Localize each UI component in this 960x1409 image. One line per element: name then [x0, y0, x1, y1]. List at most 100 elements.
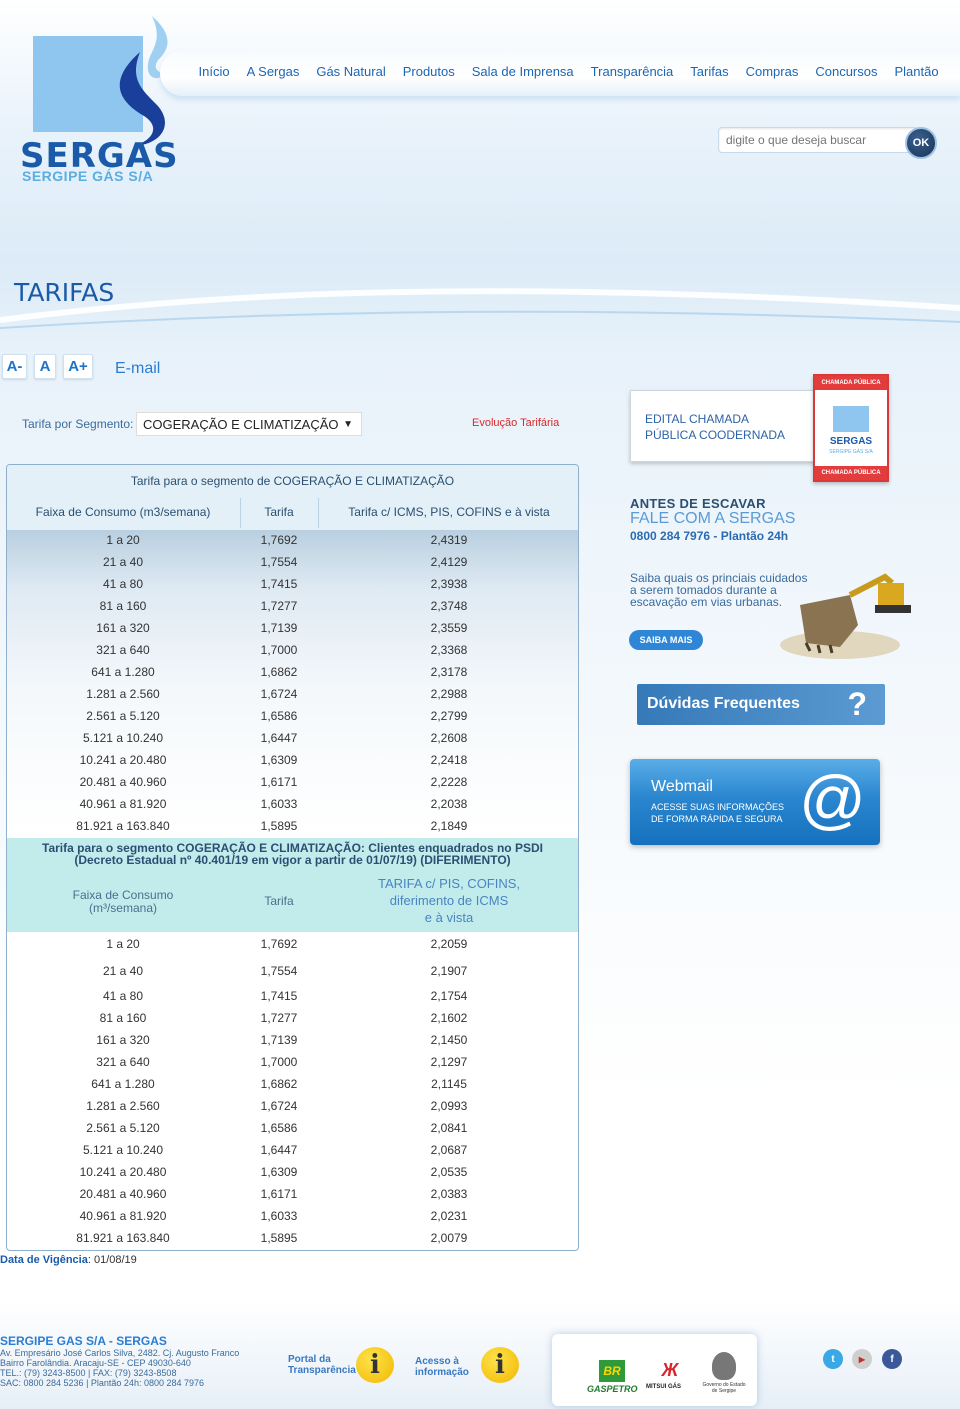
cell-tarifa: 1,7139 — [260, 621, 298, 635]
nav-tarifas[interactable]: Tarifas — [690, 64, 728, 79]
duvidas-frequentes-button[interactable]: Dúvidas Frequentes ? — [637, 684, 885, 725]
cell-tarifa: 1,6171 — [260, 775, 298, 789]
partner-governo-line2: de Sergipe — [711, 1388, 737, 1394]
table2-header: Tarifa para o segmento COGERAÇÃO E CLIMA… — [7, 838, 578, 932]
nav-sala-imprensa[interactable]: Sala de Imprensa — [472, 64, 574, 79]
nav-compras[interactable]: Compras — [746, 64, 799, 79]
badge-bottom-bar: CHAMADA PÚBLICA — [815, 466, 887, 480]
table-row: 20.481 a 40.960 1,6171 2,0383 — [7, 1187, 578, 1209]
search-input[interactable] — [719, 128, 899, 152]
chamada-publica-badge[interactable]: CHAMADA PÚBLICA SERGAS SERGIPE GÁS S/A C… — [813, 374, 889, 482]
cell-faixa: 40.961 a 81.920 — [79, 797, 167, 811]
cell-tarifa-impostos: 2,3938 — [430, 577, 468, 591]
table-row: 1.281 a 2.560 1,6724 2,2988 — [7, 687, 578, 709]
table-row: 40.961 a 81.920 1,6033 2,0231 — [7, 1209, 578, 1231]
cell-faixa: 2.561 a 5.120 — [86, 1121, 160, 1135]
search-ok-button[interactable]: OK — [905, 127, 937, 159]
nav-plantao[interactable]: Plantão — [894, 64, 938, 79]
table-row: 41 a 80 1,7415 2,1754 — [7, 989, 578, 1011]
escavar-phone: 0800 284 7976 - Plantão 24h — [630, 529, 789, 543]
table1-body: 1 a 20 1,7692 2,4319 21 a 40 1,7554 2,4129 41 … — [7, 530, 578, 838]
table1-col-tarifa: Tarifa — [264, 505, 294, 519]
nav-a-sergas[interactable]: A Sergas — [247, 64, 300, 79]
escavar-title: ANTES DE ESCAVAR — [630, 496, 766, 511]
acesso-informacao-link[interactable]: Acesso à informação — [415, 1356, 469, 1378]
cell-tarifa: 1,6862 — [260, 1077, 298, 1091]
cell-tarifa: 1,7692 — [260, 937, 298, 951]
escavar-subtitle: FALE COM A SERGAS — [630, 510, 796, 527]
cell-tarifa: 1,6586 — [260, 709, 298, 723]
font-increase-button[interactable]: A+ — [63, 354, 93, 379]
search-box — [718, 127, 918, 153]
badge-name: SERGAS — [829, 436, 873, 447]
email-link[interactable]: E-mail — [115, 360, 160, 378]
nav-transparencia[interactable]: Transparência — [591, 64, 674, 79]
footer-addr-line4: SAC: 0800 284 5236 | Plantão 24h: 0800 2… — [0, 1378, 205, 1388]
cell-tarifa: 1,7415 — [260, 577, 298, 591]
table-row: 81.921 a 163.840 1,5895 2,0079 — [7, 1231, 578, 1250]
cell-tarifa-impostos: 2,1602 — [430, 1011, 468, 1025]
cell-tarifa-impostos: 2,3748 — [430, 599, 468, 613]
twitter-icon[interactable]: t — [823, 1349, 843, 1369]
info-icon[interactable]: i — [481, 1347, 519, 1383]
table-row: 641 a 1.280 1,6862 2,3178 — [7, 665, 578, 687]
table-row: 21 a 40 1,7554 2,4129 — [7, 555, 578, 577]
cell-tarifa-impostos: 2,4129 — [430, 555, 468, 569]
cell-faixa: 81.921 a 163.840 — [76, 1231, 170, 1245]
youtube-icon[interactable]: ▶ — [852, 1349, 872, 1369]
nav-concursos[interactable]: Concursos — [815, 64, 877, 79]
nav-inicio[interactable]: Início — [199, 64, 230, 79]
cell-tarifa: 1,7277 — [260, 599, 298, 613]
webmail-banner[interactable]: Webmail ACESSE SUAS INFORMAÇÕES DE FORMA… — [630, 759, 880, 845]
table-row: 41 a 80 1,7415 2,3938 — [7, 577, 578, 599]
cell-tarifa: 1,5895 — [260, 819, 298, 833]
cell-tarifa-impostos: 2,2418 — [430, 753, 468, 767]
footer-addr-line3: TEL.: (79) 3243-8500 | FAX: (79) 3243-85… — [0, 1368, 177, 1378]
nav-gas-natural[interactable]: Gás Natural — [316, 64, 385, 79]
page-title: TARIFAS — [14, 278, 115, 307]
info-icon[interactable]: i — [356, 1347, 394, 1383]
cell-faixa: 1 a 20 — [106, 533, 140, 547]
table2-col3-l3: e à vista — [424, 910, 474, 925]
cell-tarifa-impostos: 2,0687 — [430, 1143, 468, 1157]
vigencia-label: Data de Vigência — [0, 1254, 88, 1266]
table-row: 161 a 320 1,7139 2,1450 — [7, 1033, 578, 1055]
evolution-link[interactable]: Evolução Tarifária — [472, 417, 559, 429]
cell-faixa: 2.561 a 5.120 — [86, 709, 160, 723]
segment-selected-value: COGERAÇÃO E CLIMATIZAÇÃO — [143, 416, 339, 432]
nav-produtos[interactable]: Produtos — [403, 64, 455, 79]
cell-faixa: 10.241 a 20.480 — [79, 1165, 167, 1179]
acesso-line1: Acesso à — [415, 1356, 459, 1367]
cell-tarifa-impostos: 2,3368 — [430, 643, 468, 657]
saiba-mais-button[interactable]: SAIBA MAIS — [629, 630, 703, 650]
cell-tarifa-impostos: 2,1145 — [431, 1077, 467, 1091]
facebook-icon[interactable]: f — [882, 1349, 902, 1369]
cell-tarifa: 1,6033 — [260, 797, 298, 811]
edital-banner[interactable]: EDITAL CHAMADA PÚBLICA COODERNADA — [630, 390, 820, 462]
font-decrease-button[interactable]: A- — [2, 354, 27, 379]
duvidas-label: Dúvidas Frequentes — [647, 695, 800, 712]
at-sign-icon: @ — [799, 762, 866, 836]
cell-tarifa: 1,7415 — [260, 989, 298, 1003]
logo-tagline: SERGIPE GÁS S/A — [22, 168, 154, 184]
portal-transparencia-link[interactable]: Portal da Transparência — [288, 1354, 356, 1376]
portal-line2: Transparência — [288, 1365, 356, 1376]
cell-tarifa-impostos: 2,0079 — [430, 1231, 468, 1245]
cell-faixa: 5.121 a 10.240 — [82, 1143, 164, 1157]
segment-select[interactable]: COGERAÇÃO E CLIMATIZAÇÃO ▼ — [136, 412, 362, 436]
footer-address: Av. Empresário José Carlos Silva, 2482. … — [0, 1348, 239, 1388]
cell-faixa: 21 a 40 — [102, 555, 144, 569]
webmail-sub-line2: DE FORMA RÁPIDA E SEGURA — [651, 814, 783, 824]
table-row: 1.281 a 2.560 1,6724 2,0993 — [7, 1099, 578, 1121]
acesso-line2: informação — [415, 1367, 469, 1378]
table-row: 40.961 a 81.920 1,6033 2,2038 — [7, 797, 578, 819]
partner-mitsui: MITSUI GÁS — [646, 1384, 682, 1390]
font-normal-button[interactable]: A — [34, 354, 56, 379]
cell-tarifa-impostos: 2,0383 — [430, 1187, 468, 1201]
footer-addr-line2: Bairro Farolândia. Aracaju-SE - CEP 4903… — [0, 1358, 191, 1368]
question-mark-icon: ? — [847, 686, 867, 722]
cell-tarifa-impostos: 2,2799 — [430, 709, 468, 723]
table2-title: Tarifa para o segmento COGERAÇÃO E CLIMA… — [17, 842, 568, 866]
badge-logo-icon — [833, 406, 869, 432]
webmail-title: Webmail — [651, 778, 713, 795]
